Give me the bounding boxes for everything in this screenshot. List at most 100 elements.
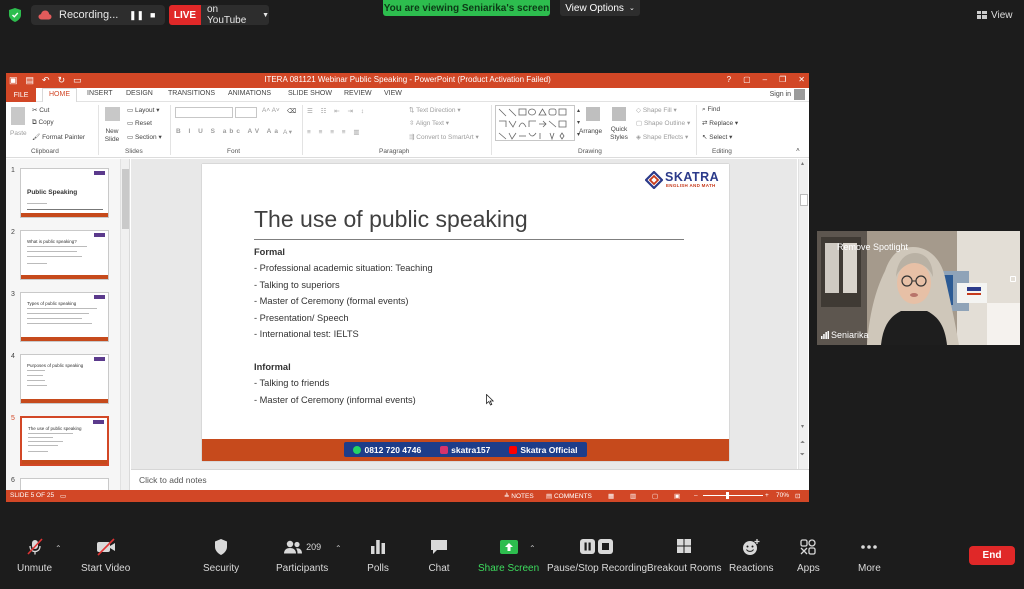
reading-view-icon[interactable]: ▢ bbox=[652, 492, 658, 500]
arrange-icon[interactable] bbox=[586, 107, 600, 121]
reactions-button[interactable]: Reactions bbox=[729, 538, 773, 574]
align-buttons[interactable]: ≡ ≡ ≡ ≡ ▥ bbox=[307, 128, 363, 136]
slide-thumbnail-4[interactable]: Purposes of public speaking bbox=[20, 354, 109, 404]
chevron-up-icon[interactable]: ⌃ bbox=[529, 544, 536, 553]
new-slide-icon[interactable] bbox=[105, 107, 120, 121]
font-color-icon[interactable]: A ▾ bbox=[283, 128, 292, 136]
view-button[interactable]: View bbox=[977, 7, 1017, 23]
live-badge[interactable]: LIVE bbox=[169, 5, 201, 25]
zoom-slider[interactable] bbox=[703, 495, 763, 496]
find-button[interactable]: ⌕ Find bbox=[702, 106, 720, 114]
shape-fill-button[interactable]: ◇ Shape Fill ▾ bbox=[636, 106, 677, 114]
participant-video[interactable]: Remove Spotlight Seniarika bbox=[817, 231, 1020, 345]
slideshow-view-icon[interactable]: ▣ bbox=[674, 492, 680, 500]
font-style-buttons[interactable]: B I U S abc AV Aa bbox=[176, 128, 281, 135]
notes-pane[interactable]: Click to add notes bbox=[131, 469, 809, 490]
replace-button[interactable]: ⇄ Replace ▾ bbox=[702, 119, 738, 127]
slide-thumbnail-2[interactable]: What is public speaking? bbox=[20, 230, 109, 280]
slide-thumbnail-6[interactable] bbox=[20, 478, 109, 490]
tab-design[interactable]: DESIGN bbox=[126, 90, 153, 97]
chevron-up-icon[interactable]: ⌃ bbox=[335, 544, 342, 553]
tab-insert[interactable]: INSERT bbox=[87, 90, 113, 97]
start-video-button[interactable]: Start Video bbox=[81, 538, 130, 574]
chevron-up-icon[interactable]: ⌃ bbox=[55, 544, 62, 553]
prev-slide-icon[interactable]: ⏶ bbox=[800, 440, 805, 447]
scrollbar-thumb[interactable] bbox=[122, 169, 129, 229]
quick-styles-button[interactable]: Quick Styles bbox=[606, 126, 632, 142]
end-meeting-button[interactable]: End bbox=[969, 546, 1015, 565]
security-button[interactable]: Security bbox=[203, 538, 239, 574]
select-button[interactable]: ↖ Select ▾ bbox=[702, 133, 732, 141]
tab-transitions[interactable]: TRANSITIONS bbox=[168, 90, 215, 97]
scroll-down-icon[interactable]: ▾ bbox=[801, 423, 804, 430]
arrange-button[interactable]: Arrange bbox=[579, 128, 602, 135]
next-slide-icon[interactable]: ⏷ bbox=[800, 452, 805, 459]
more-button[interactable]: More bbox=[858, 538, 881, 574]
paste-icon[interactable] bbox=[11, 107, 25, 125]
scrollbar-thumb[interactable] bbox=[800, 194, 808, 206]
breakout-rooms-button[interactable]: Breakout Rooms bbox=[647, 538, 721, 574]
comments-toggle[interactable]: ▤ COMMENTS bbox=[546, 492, 592, 500]
youtube-stream-menu[interactable]: on YouTube ▼ bbox=[201, 4, 269, 26]
scroll-up-icon[interactable]: ▴ bbox=[801, 160, 804, 167]
minimize-icon[interactable]: – bbox=[763, 75, 767, 84]
copy-button[interactable]: ⧉ Copy bbox=[32, 119, 54, 127]
tab-animations[interactable]: ANIMATIONS bbox=[228, 90, 271, 97]
normal-view-icon[interactable]: ▦ bbox=[608, 492, 614, 500]
chat-button[interactable]: Chat bbox=[428, 538, 450, 574]
current-slide[interactable]: SKATRA ENGLISH AND MATH The use of publi… bbox=[202, 164, 729, 461]
slide-sorter-icon[interactable]: ▥ bbox=[630, 492, 636, 500]
apps-button[interactable]: Apps bbox=[797, 538, 820, 574]
tab-view[interactable]: VIEW bbox=[384, 90, 402, 97]
tab-slide-show[interactable]: SLIDE SHOW bbox=[288, 90, 332, 97]
shield-icon[interactable] bbox=[9, 8, 21, 22]
tab-file[interactable]: FILE bbox=[6, 88, 36, 102]
zoom-slider-knob[interactable] bbox=[726, 492, 729, 499]
shape-outline-button[interactable]: ▢ Shape Outline ▾ bbox=[636, 119, 690, 127]
restore-icon[interactable]: ❐ bbox=[779, 75, 786, 84]
close-icon[interactable]: ✕ bbox=[798, 75, 805, 84]
tab-home[interactable]: HOME bbox=[42, 88, 77, 103]
align-text-button[interactable]: ⇳ Align Text ▾ bbox=[409, 119, 449, 127]
pause-recording-button[interactable]: Pause/Stop Recording bbox=[547, 538, 647, 574]
tab-review[interactable]: REVIEW bbox=[344, 90, 372, 97]
reset-button[interactable]: ▭ Reset bbox=[127, 119, 152, 127]
sign-in-link[interactable]: Sign in bbox=[770, 91, 791, 98]
text-direction-button[interactable]: ⇅ Text Direction ▾ bbox=[409, 106, 461, 114]
list-buttons[interactable]: ☰ ☷ ⇤ ⇥ ↕ bbox=[307, 107, 367, 115]
ribbon-display-icon[interactable]: ▢ bbox=[743, 75, 751, 84]
polls-button[interactable]: Polls bbox=[367, 538, 389, 574]
shape-effects-button[interactable]: ◈ Shape Effects ▾ bbox=[636, 133, 688, 141]
layout-button[interactable]: ▭ Layout ▾ bbox=[127, 106, 160, 114]
zoom-level[interactable]: 70% bbox=[776, 492, 789, 499]
collapse-ribbon-icon[interactable]: ˄ bbox=[796, 147, 800, 154]
slide-thumbnail-3[interactable]: Types of public speaking bbox=[20, 292, 109, 342]
clear-format-icon[interactable]: ⌫ bbox=[287, 107, 296, 115]
avatar[interactable] bbox=[794, 89, 805, 100]
slide-thumbnail-1[interactable]: Public Speaking bbox=[20, 168, 109, 218]
participants-button[interactable]: 209 Participants bbox=[276, 538, 328, 574]
zoom-out-icon[interactable]: – bbox=[694, 492, 698, 499]
cut-button[interactable]: ✂ Cut bbox=[32, 106, 49, 114]
font-grow-icon[interactable]: A˄ A˅ bbox=[262, 107, 280, 114]
thumbnails-scrollbar[interactable] bbox=[120, 159, 129, 490]
spellcheck-icon[interactable]: ▭ bbox=[60, 492, 66, 500]
video-options-icon[interactable] bbox=[1010, 276, 1016, 282]
zoom-in-icon[interactable]: + bbox=[765, 492, 769, 499]
slide-thumbnail-5[interactable]: The use of public speaking bbox=[20, 416, 109, 466]
quick-styles-icon[interactable] bbox=[612, 107, 626, 121]
help-icon[interactable]: ? bbox=[727, 75, 731, 84]
shapes-scroll[interactable]: ▴ ▾ ▾ bbox=[577, 105, 580, 141]
font-name-box[interactable] bbox=[175, 107, 233, 118]
stop-recording-icon[interactable]: ■ bbox=[150, 10, 155, 20]
unmute-button[interactable]: Unmute bbox=[17, 538, 52, 574]
view-options-button[interactable]: View Options ⌄ bbox=[560, 0, 640, 16]
fit-slide-icon[interactable]: ⊡ bbox=[795, 492, 800, 500]
convert-smartart-button[interactable]: ⇶ Convert to SmartArt ▾ bbox=[409, 133, 479, 141]
notes-toggle[interactable]: ≜ NOTES bbox=[504, 492, 534, 500]
editor-scrollbar[interactable]: ▴ ▾ ⏶ ⏷ bbox=[798, 159, 808, 469]
shapes-gallery[interactable] bbox=[495, 105, 575, 141]
remove-spotlight-label[interactable]: Remove Spotlight bbox=[837, 242, 908, 252]
section-button[interactable]: ▭ Section ▾ bbox=[127, 133, 162, 141]
pause-recording-icon[interactable]: ❚❚ bbox=[129, 10, 144, 21]
